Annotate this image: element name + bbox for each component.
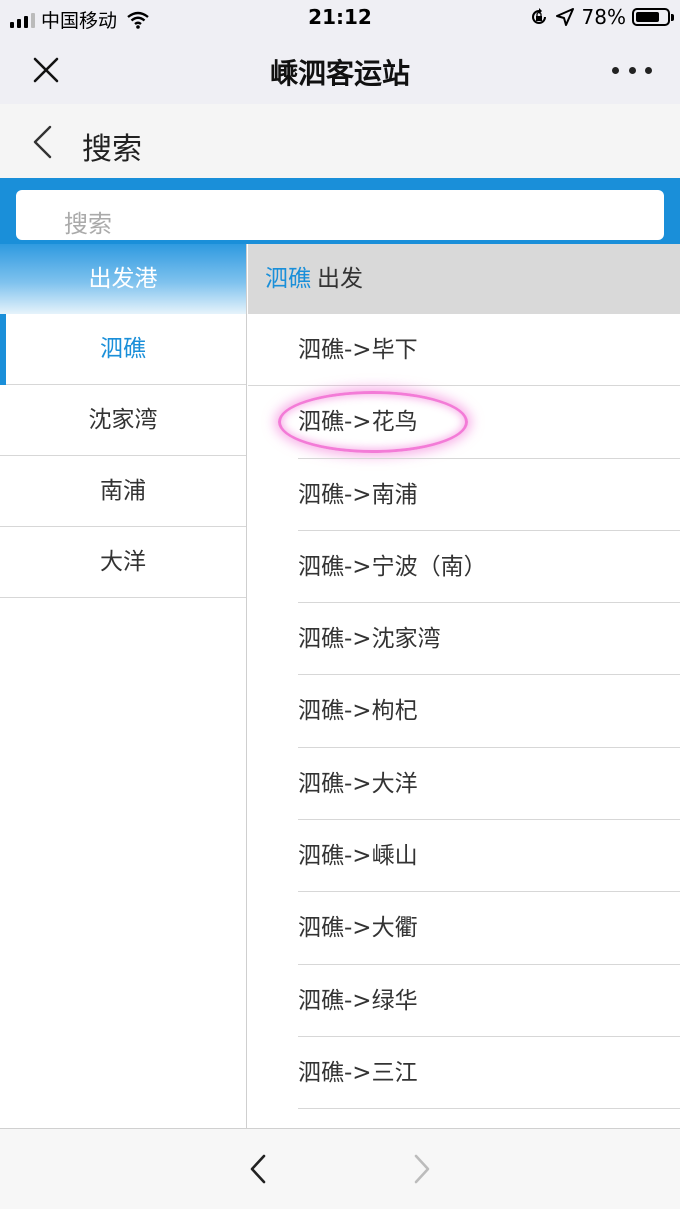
route-item[interactable]: 泗礁->大衢 [248, 892, 680, 965]
route-item-label: 泗礁->花鸟 [298, 409, 418, 436]
port-item-shenjiawan[interactable]: 沈家湾 [0, 385, 246, 456]
bottom-toolbar [0, 1128, 680, 1209]
route-item[interactable]: 泗礁->嵊山 [248, 820, 680, 893]
page-header: 搜索 [0, 104, 680, 178]
battery-percent: 78% [581, 5, 626, 29]
route-item[interactable]: 泗礁->宁波（南） [248, 531, 680, 604]
search-box[interactable] [16, 190, 664, 240]
back-icon[interactable] [28, 124, 58, 160]
search-bar [0, 178, 680, 244]
page-title: 搜索 [82, 132, 142, 167]
battery-fill [636, 12, 660, 22]
battery-icon [632, 8, 674, 26]
location-icon [555, 8, 574, 26]
route-item[interactable]: 泗礁->绿华 [248, 965, 680, 1038]
route-list: 泗礁->毕下 泗礁->花鸟 泗礁->南浦 泗礁->宁波（南） 泗礁->沈家湾 泗… [248, 314, 680, 1110]
nav-bar: 嵊泗客运站 [0, 36, 680, 104]
port-item-nanpu[interactable]: 南浦 [0, 456, 246, 527]
search-input[interactable] [64, 204, 624, 240]
route-item[interactable]: 泗礁->南浦 [248, 459, 680, 532]
nav-title: 嵊泗客运站 [269, 57, 410, 90]
route-panel-header: 泗礁 出发 [248, 244, 680, 314]
route-item[interactable]: 泗礁->三江 [248, 1037, 680, 1110]
port-item-dayang[interactable]: 大洋 [0, 527, 246, 598]
route-item[interactable]: 泗礁->花鸟 [248, 386, 680, 459]
route-header-port: 泗礁 [265, 266, 311, 292]
battery-tip [671, 14, 674, 21]
chevron-left-icon[interactable] [244, 1151, 274, 1187]
status-right: 78% [530, 5, 674, 29]
departure-port-list: 出发港 泗礁 沈家湾 南浦 大洋 [0, 244, 247, 1128]
app-screen: 中国移动 21:12 78% 嵊泗客运站 搜索 搜索 出发港 泗礁 沈家湾 南浦… [0, 0, 680, 1209]
more-icon[interactable] [612, 56, 652, 84]
departure-port-header: 出发港 [0, 244, 246, 314]
route-item[interactable]: 泗礁->毕下 [248, 314, 680, 387]
chevron-right-icon[interactable] [406, 1151, 436, 1187]
rotation-lock-icon [531, 8, 546, 24]
route-header-suffix: 出发 [317, 266, 363, 292]
route-panel: 泗礁 出发 泗礁->毕下 泗礁->花鸟 泗礁->南浦 泗礁->宁波（南） 泗礁->… [248, 244, 680, 1128]
route-item[interactable]: 泗礁->大洋 [248, 748, 680, 821]
port-item-sijiao[interactable]: 泗礁 [0, 314, 246, 385]
status-bar: 中国移动 21:12 78% [0, 0, 680, 36]
route-item[interactable]: 泗礁->沈家湾 [248, 603, 680, 676]
route-item[interactable]: 泗礁->枸杞 [248, 675, 680, 749]
